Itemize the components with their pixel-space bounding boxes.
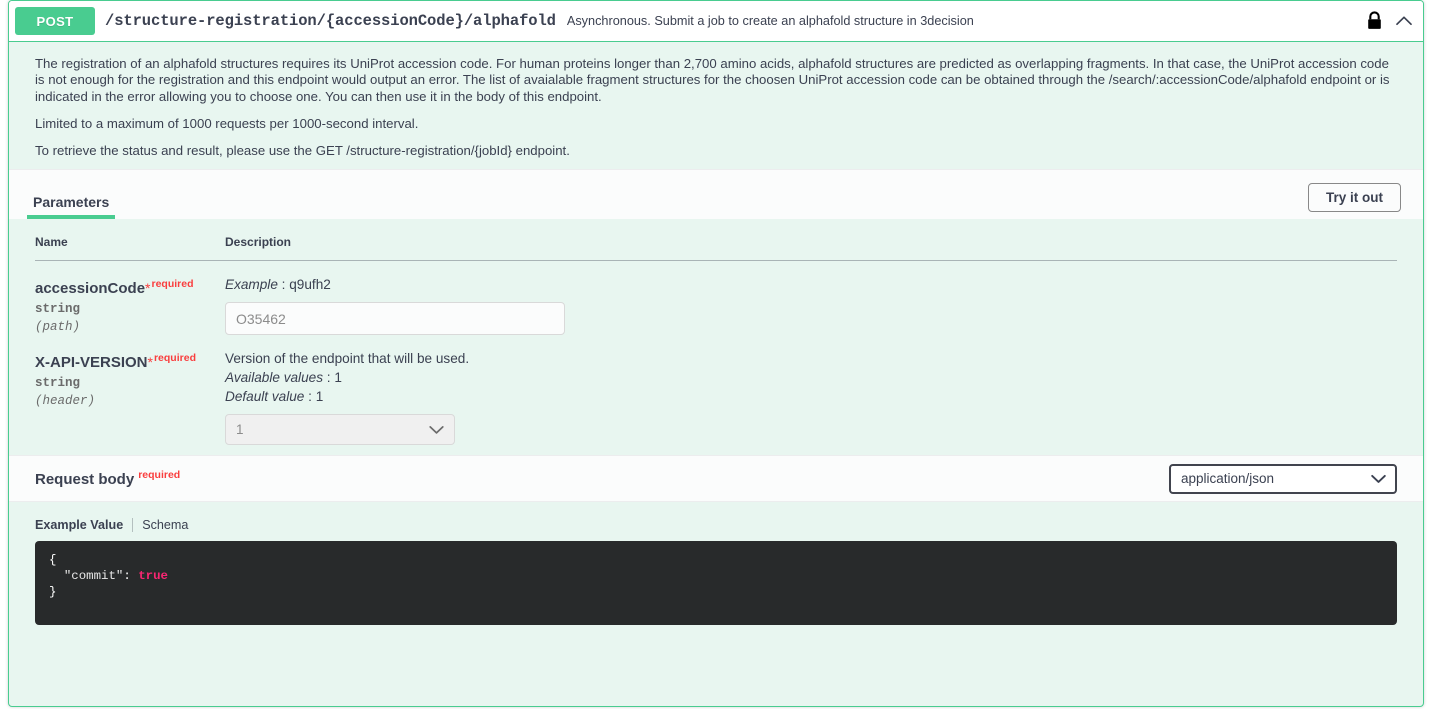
default-value-line: Default value : 1	[225, 387, 1397, 406]
default-value-separator: :	[304, 389, 316, 405]
accessioncode-input[interactable]	[225, 302, 565, 336]
parameter-name-xapiversion: X-API-VERSION*required	[35, 349, 225, 372]
code-value-true: true	[138, 569, 168, 584]
available-values-line: Available values : 1	[225, 368, 1397, 387]
endpoint-summary: Asynchronous. Submit a job to create an …	[566, 14, 974, 28]
content-type-select-wrap: application/json	[1169, 463, 1397, 494]
xapiversion-select[interactable]: 1	[225, 414, 455, 446]
description-paragraph-2: Limited to a maximum of 1000 requests pe…	[35, 115, 419, 131]
parameter-name-accessioncode: accessionCode*required	[35, 275, 225, 298]
parameter-location: (header)	[35, 394, 96, 409]
summary-controls	[1366, 11, 1414, 31]
example-schema-tabs: Example Value Schema	[35, 518, 1397, 533]
required-star: *	[147, 354, 153, 371]
endpoint-path: /structure-registration/{accessionCode}/…	[105, 12, 556, 30]
request-body-band: Request body required application/json	[9, 455, 1423, 503]
tab-separator	[132, 518, 134, 533]
available-values-separator: :	[323, 370, 335, 386]
example-separator: :	[277, 277, 290, 293]
opblock-summary[interactable]: POST /structure-registration/{accessionC…	[9, 1, 1423, 42]
request-body-title-text: Request body	[35, 471, 135, 489]
tab-example-value[interactable]: Example Value	[35, 518, 123, 532]
table-row: accessionCode*required string (path) Exa…	[35, 261, 1397, 336]
chevron-up-icon[interactable]	[1394, 11, 1414, 31]
column-header-description: Description	[225, 235, 1397, 262]
operation-description: The registration of an alphafold structu…	[9, 42, 1423, 170]
parameter-name-text: accessionCode	[35, 280, 146, 298]
table-row: X-API-VERSION*required string (header) V…	[35, 335, 1397, 446]
code-colon: :	[123, 569, 139, 584]
try-it-out-button[interactable]: Try it out	[1308, 183, 1401, 213]
content-type-select[interactable]: application/json	[1169, 463, 1397, 494]
code-close-brace: }	[49, 585, 57, 600]
lock-icon[interactable]	[1366, 11, 1383, 31]
http-method-badge: POST	[15, 7, 95, 35]
code-key-commit: "commit"	[63, 569, 124, 584]
example-section: Example Value Schema { "commit": true }	[9, 502, 1423, 626]
table-header-row: Name Description	[35, 235, 1397, 262]
parameter-description-cell-xapiversion: Version of the endpoint that will be use…	[225, 335, 1397, 446]
required-label: required	[151, 278, 194, 291]
tab-parameters[interactable]: Parameters	[27, 194, 116, 220]
parameter-name-cell-xapiversion: X-API-VERSION*required string (header)	[35, 335, 225, 445]
default-value-value: 1	[315, 389, 324, 405]
column-header-name: Name	[35, 235, 225, 262]
required-star: *	[145, 280, 151, 297]
parameter-name-text: X-API-VERSION	[35, 354, 148, 372]
request-body-required-label: required	[138, 469, 181, 482]
parameter-name-cell-accessioncode: accessionCode*required string (path)	[35, 261, 225, 336]
opblock-post-structure-registration-alphafold: POST /structure-registration/{accessionC…	[8, 0, 1424, 707]
tab-schema[interactable]: Schema	[142, 518, 188, 532]
xapiversion-select-wrap: 1	[225, 414, 455, 446]
code-open-brace: {	[49, 553, 57, 568]
available-values-label: Available values	[225, 370, 323, 386]
parameter-description-text: Version of the endpoint that will be use…	[225, 351, 470, 367]
example-value-code-block: { "commit": true }	[35, 541, 1397, 626]
example-label: Example	[225, 277, 278, 293]
parameters-table-wrap: Name Description accessionCode*required …	[9, 219, 1423, 456]
parameters-table: Name Description accessionCode*required …	[35, 235, 1397, 446]
request-body-title: Request body required	[35, 469, 180, 488]
description-paragraph-1: The registration of an alphafold structu…	[35, 56, 1390, 104]
available-values-value: 1	[334, 370, 342, 386]
parameter-description-cell-accessioncode: Example : q9ufh2	[225, 261, 1397, 336]
description-paragraph-3: To retrieve the status and result, pleas…	[35, 143, 570, 159]
parameter-type: string	[35, 376, 81, 391]
parameter-example-line: Example : q9ufh2	[225, 275, 1397, 294]
parameters-tabstrip: Parameters Try it out	[9, 169, 1423, 220]
parameter-location: (path)	[35, 320, 81, 335]
default-value-label: Default value	[225, 389, 305, 405]
required-label: required	[153, 352, 196, 365]
example-value: q9ufh2	[289, 277, 331, 293]
parameter-type: string	[35, 302, 81, 317]
